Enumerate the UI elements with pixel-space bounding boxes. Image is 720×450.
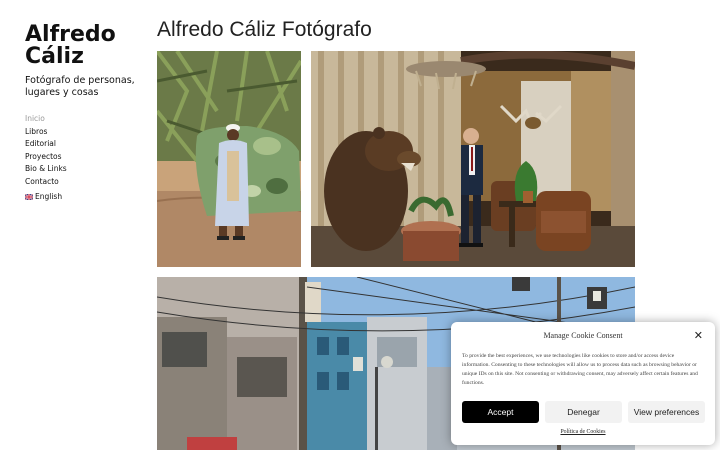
nav-item-proyectos[interactable]: Proyectos: [25, 151, 150, 164]
nav-item-inicio[interactable]: Inicio: [25, 113, 150, 126]
cookie-policy-link[interactable]: Política de Cookies: [451, 429, 715, 435]
nav-item-bio-links[interactable]: Bio & Links: [25, 163, 150, 176]
view-preferences-button[interactable]: View preferences: [628, 401, 705, 423]
nav-item-libros[interactable]: Libros: [25, 126, 150, 139]
close-icon[interactable]: ✕: [694, 329, 703, 342]
photo-man-with-camouflage[interactable]: [157, 51, 301, 267]
brand-line-1[interactable]: Alfredo: [25, 24, 150, 46]
sidebar: Alfredo Cáliz Fotógrafo de personas, lug…: [25, 24, 150, 201]
brand-line-2[interactable]: Cáliz: [25, 46, 150, 68]
language-label[interactable]: English: [35, 192, 62, 201]
site-tagline: Fotógrafo de personas, lugares y cosas: [25, 75, 135, 98]
cookie-title: Manage Cookie Consent: [543, 331, 623, 340]
nav-item-contacto[interactable]: Contacto: [25, 176, 150, 189]
photo-lobby-with-bear[interactable]: [311, 51, 635, 267]
main-nav: Inicio Libros Editorial Proyectos Bio & …: [25, 113, 150, 188]
cookie-consent-dialog: Manage Cookie Consent ✕ To provide the b…: [451, 322, 715, 445]
site-brand[interactable]: Alfredo Cáliz: [25, 24, 150, 68]
page-title: Alfredo Cáliz Fotógrafo: [157, 18, 372, 41]
cookie-description: To provide the best experiences, we use …: [462, 353, 698, 386]
accept-button[interactable]: Accept: [462, 401, 539, 423]
uk-flag-icon: [25, 193, 33, 200]
language-switcher[interactable]: English: [25, 192, 150, 201]
deny-button[interactable]: Denegar: [545, 401, 622, 423]
nav-item-editorial[interactable]: Editorial: [25, 138, 150, 151]
